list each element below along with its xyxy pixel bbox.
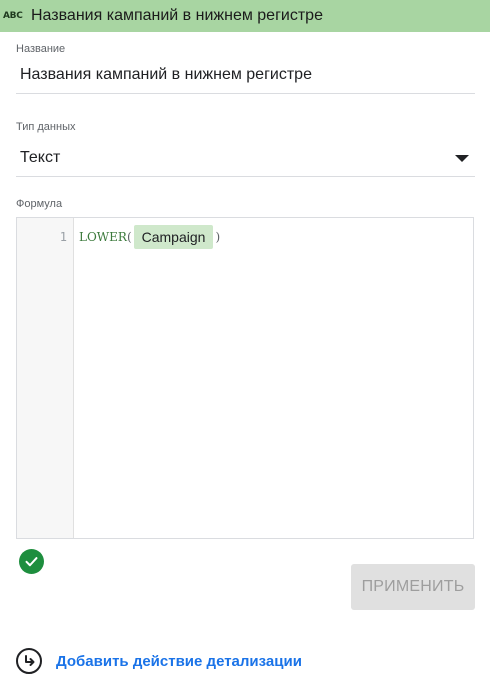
data-type-select[interactable]: Текст (20, 149, 60, 167)
checkmark-icon (25, 557, 38, 567)
name-input[interactable]: Названия кампаний в нижнем регистре (20, 66, 312, 84)
drill-down-icon[interactable] (16, 648, 42, 674)
formula-label: Формула (16, 198, 63, 210)
close-paren: ) (215, 230, 221, 244)
dropdown-arrow-icon[interactable] (455, 155, 469, 162)
panel-title: Названия кампаний в нижнем регистре (31, 7, 323, 24)
panel-header: ABC Названия кампаний в нижнем регистре (0, 0, 490, 32)
line-number: 1 (59, 230, 67, 244)
name-underline (16, 93, 475, 94)
add-drill-action-link[interactable]: Добавить действие детализации (56, 653, 302, 670)
text-type-icon: ABC (3, 11, 23, 21)
name-label: Название (16, 43, 66, 55)
editor-gutter: 1 (17, 218, 74, 538)
data-type-label: Тип данных (16, 121, 76, 133)
field-chip-campaign[interactable]: Campaign (133, 225, 214, 249)
formula-editor[interactable]: 1 LOWER ( Campaign ) (16, 217, 474, 539)
function-name: LOWER (79, 230, 127, 244)
apply-button[interactable]: ПРИМЕНИТЬ (351, 564, 475, 610)
formula-code-line[interactable]: LOWER ( Campaign ) (79, 225, 220, 249)
check-circle-icon (19, 549, 44, 574)
arrow-turn-icon (25, 655, 35, 666)
data-type-underline (16, 176, 475, 177)
open-paren: ( (126, 230, 132, 244)
